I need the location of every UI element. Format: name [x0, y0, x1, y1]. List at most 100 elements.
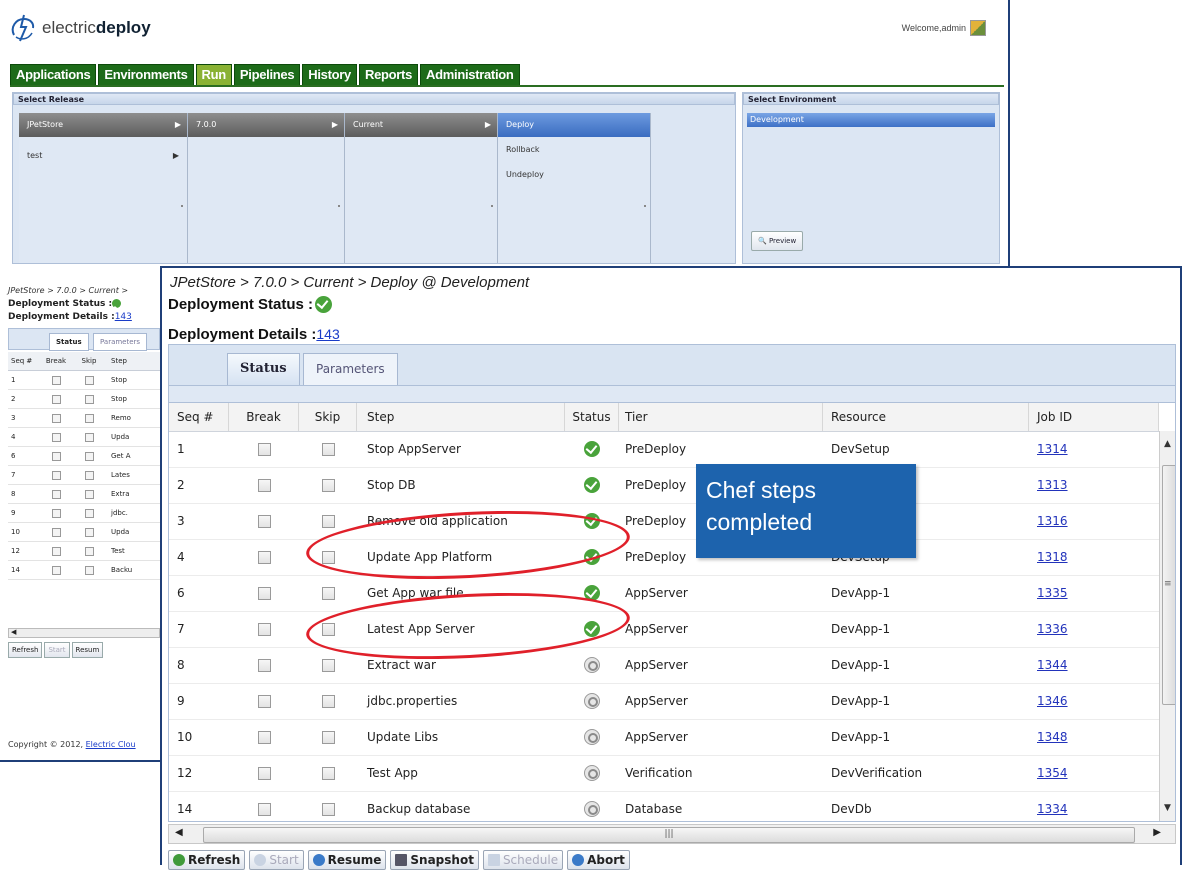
background-hscrollbar[interactable]: ◀ — [8, 628, 160, 638]
arrow-down-icon[interactable]: ▼ — [1164, 803, 1171, 813]
resume-button[interactable]: Resume — [307, 850, 387, 870]
break-checkbox[interactable] — [37, 371, 75, 389]
col-tier[interactable]: Tier — [619, 403, 823, 431]
process-item-rollback[interactable]: Rollback — [498, 137, 650, 158]
table-row[interactable]: 6 Get A — [8, 447, 160, 466]
snapshot-selected[interactable]: Current ▶ — [345, 113, 497, 137]
break-checkbox[interactable] — [37, 504, 75, 522]
break-checkbox[interactable] — [229, 791, 299, 821]
abort-button[interactable]: Abort — [567, 850, 630, 870]
table-row[interactable]: 10 Update Libs AppServer DevApp-1 1348 — [169, 719, 1159, 756]
environment-item-development[interactable]: Development — [747, 113, 995, 127]
column-resize-handle[interactable] — [491, 205, 493, 207]
col-resource[interactable]: Resource — [823, 403, 1029, 431]
skip-checkbox[interactable] — [75, 428, 103, 446]
details-link[interactable]: 143 — [115, 312, 132, 322]
vertical-scrollbar[interactable]: ▲ ≡ ▼ — [1159, 431, 1175, 821]
application-item-test[interactable]: test ▶ — [19, 147, 187, 164]
skip-checkbox[interactable] — [299, 791, 357, 821]
tab-parameters[interactable]: Parameters — [303, 353, 398, 385]
col-step[interactable]: Step — [357, 403, 565, 431]
arrow-left-icon[interactable]: ◀ — [175, 827, 183, 838]
table-row[interactable]: 1 Stop — [8, 371, 160, 390]
nav-tab-applications[interactable]: Applications — [10, 64, 97, 86]
job-id-link[interactable]: 1314 — [1037, 442, 1068, 456]
table-row[interactable]: 1 Stop AppServer PreDeploy DevSetup 1314 — [169, 431, 1159, 468]
user-avatar-icon[interactable] — [970, 20, 986, 36]
nav-tab-history[interactable]: History — [302, 64, 357, 86]
refresh-button[interactable]: Refresh — [168, 850, 246, 870]
break-checkbox[interactable] — [229, 503, 299, 539]
nav-tab-run[interactable]: Run — [195, 64, 232, 86]
table-row[interactable]: 7 Lates — [8, 466, 160, 485]
arrow-left-icon[interactable]: ◀ — [11, 628, 16, 636]
copyright-link[interactable]: Electric Clou — [86, 740, 136, 749]
table-row[interactable]: 3 Remove old application PreDeploy 1316 — [169, 503, 1159, 540]
table-row[interactable]: 12 Test — [8, 542, 160, 561]
break-checkbox[interactable] — [37, 466, 75, 484]
break-checkbox[interactable] — [37, 447, 75, 465]
break-checkbox[interactable] — [229, 719, 299, 755]
break-checkbox[interactable] — [229, 755, 299, 791]
break-checkbox[interactable] — [229, 539, 299, 575]
col-break[interactable]: Break — [229, 403, 299, 431]
schedule-button[interactable]: Schedule — [482, 850, 564, 870]
job-id-link[interactable]: 1334 — [1037, 802, 1068, 816]
skip-checkbox[interactable] — [299, 431, 357, 467]
table-row[interactable]: 8 Extra — [8, 485, 160, 504]
nav-tab-environments[interactable]: Environments — [98, 64, 194, 86]
skip-checkbox[interactable] — [75, 447, 103, 465]
skip-checkbox[interactable] — [75, 466, 103, 484]
job-id-link[interactable]: 1344 — [1037, 658, 1068, 672]
skip-checkbox[interactable] — [75, 371, 103, 389]
break-checkbox[interactable] — [229, 575, 299, 611]
scroll-thumb[interactable]: ||| — [203, 827, 1135, 843]
snapshot-button[interactable]: Snapshot — [390, 850, 479, 870]
nav-tab-pipelines[interactable]: Pipelines — [233, 64, 301, 86]
version-selected[interactable]: 7.0.0 ▶ — [188, 113, 344, 137]
horizontal-scrollbar[interactable]: ◀ ||| ▶ — [168, 824, 1176, 844]
process-item-undeploy[interactable]: Undeploy — [498, 158, 650, 183]
skip-checkbox[interactable] — [75, 523, 103, 541]
job-id-link[interactable]: 1354 — [1037, 766, 1068, 780]
job-id-link[interactable]: 1313 — [1037, 478, 1068, 492]
table-row[interactable]: 8 Extract war AppServer DevApp-1 1344 — [169, 647, 1159, 684]
skip-checkbox[interactable] — [75, 504, 103, 522]
column-resize-handle[interactable] — [181, 205, 183, 207]
col-seq[interactable]: Seq # — [169, 403, 229, 431]
skip-checkbox[interactable] — [75, 409, 103, 427]
break-checkbox[interactable] — [37, 542, 75, 560]
break-checkbox[interactable] — [37, 561, 75, 579]
skip-checkbox[interactable] — [75, 485, 103, 503]
break-checkbox[interactable] — [37, 409, 75, 427]
start-button[interactable]: Start — [249, 850, 304, 870]
process-item-deploy[interactable]: Deploy — [498, 113, 650, 137]
table-row[interactable]: 6 Get App war file AppServer DevApp-1 1335 — [169, 575, 1159, 612]
job-id-link[interactable]: 1346 — [1037, 694, 1068, 708]
break-checkbox[interactable] — [229, 611, 299, 647]
bg-start-button[interactable]: Start — [44, 642, 70, 658]
break-checkbox[interactable] — [229, 647, 299, 683]
table-row[interactable]: 14 Backu — [8, 561, 160, 580]
table-row[interactable]: 2 Stop — [8, 390, 160, 409]
tab-parameters[interactable]: Parameters — [93, 333, 148, 351]
table-row[interactable]: 10 Upda — [8, 523, 160, 542]
break-checkbox[interactable] — [229, 467, 299, 503]
arrow-up-icon[interactable]: ▲ — [1164, 439, 1171, 449]
job-id-link[interactable]: 1348 — [1037, 730, 1068, 744]
col-status[interactable]: Status — [565, 403, 619, 431]
skip-checkbox[interactable] — [75, 542, 103, 560]
col-skip[interactable]: Skip — [299, 403, 357, 431]
arrow-right-icon[interactable]: ▶ — [1153, 827, 1161, 838]
job-id-link[interactable]: 1316 — [1037, 514, 1068, 528]
table-row[interactable]: 12 Test App Verification DevVerification 135… — [169, 755, 1159, 792]
table-row[interactable]: 9 jdbc. — [8, 504, 160, 523]
table-row[interactable]: 9 jdbc.properties AppServer DevApp-1 1346 — [169, 683, 1159, 720]
column-resize-handle[interactable] — [338, 205, 340, 207]
nav-tab-reports[interactable]: Reports — [358, 64, 419, 86]
job-id-link[interactable]: 1318 — [1037, 550, 1068, 564]
preview-button[interactable]: 🔍 Preview — [751, 231, 804, 251]
nav-tab-administration[interactable]: Administration — [420, 64, 520, 86]
skip-checkbox[interactable] — [299, 467, 357, 503]
job-id-link[interactable]: 1336 — [1037, 622, 1068, 636]
